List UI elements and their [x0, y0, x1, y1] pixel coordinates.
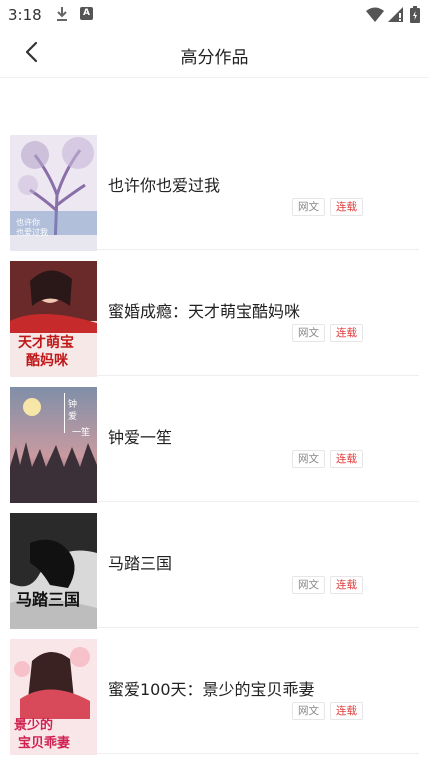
type-tag: 网文 [292, 702, 325, 720]
status-tag: 连载 [330, 576, 363, 594]
book-item[interactable]: 天才萌宝 酷妈咪 蜜婚成瘾：天才萌宝酷妈咪 网文 连载 [10, 250, 419, 377]
book-title: 蜜婚成瘾：天才萌宝酷妈咪 [108, 302, 301, 321]
book-cover[interactable]: 马踏三国 [10, 513, 97, 629]
book-cover[interactable]: 天才萌宝 酷妈咪 [10, 261, 97, 377]
status-tag: 连载 [330, 450, 363, 468]
svg-text:爱: 爱 [68, 411, 77, 422]
status-time: 3:18 [8, 6, 42, 24]
book-item[interactable]: 景少的 宝贝乖妻 蜜爱100天：景少的宝贝乖妻 网文 连载 [10, 628, 419, 755]
status-bar: 3:18 A [0, 0, 429, 30]
status-tag: 连载 [330, 702, 363, 720]
status-tag: 连载 [330, 324, 363, 342]
book-item[interactable]: 也许你 也爱过我 也许你也爱过我 网文 连载 [10, 124, 419, 251]
page-title: 高分作品 [180, 48, 249, 68]
header: 高分作品 [0, 30, 429, 78]
svg-text:天才萌宝: 天才萌宝 [18, 334, 74, 351]
wifi-icon [366, 7, 384, 22]
status-tag: 连载 [330, 198, 363, 216]
type-tag: 网文 [292, 576, 325, 594]
svg-text:宝贝乖妻: 宝贝乖妻 [18, 735, 70, 751]
svg-text:也爱过我: 也爱过我 [16, 227, 48, 237]
svg-text:景少的: 景少的 [14, 717, 53, 733]
type-tag: 网文 [292, 324, 325, 342]
battery-icon [410, 6, 420, 23]
type-tag: 网文 [292, 198, 325, 216]
book-title: 马踏三国 [108, 554, 173, 573]
book-title: 也许你也爱过我 [108, 176, 221, 195]
book-item[interactable]: 马踏三国 马踏三国 网文 连载 [10, 502, 419, 629]
book-title: 蜜爱100天：景少的宝贝乖妻 [108, 680, 315, 699]
book-title: 钟爱一笙 [108, 428, 173, 447]
a-app-icon: A [80, 7, 93, 20]
svg-text:钟: 钟 [68, 398, 77, 410]
type-tag: 网文 [292, 450, 325, 468]
signal-icon [388, 7, 403, 22]
book-cover[interactable]: 钟 爱 一笙 [10, 387, 97, 503]
book-cover[interactable]: 也许你 也爱过我 [10, 135, 97, 251]
svg-text:一笙: 一笙 [72, 426, 90, 438]
svg-text:酷妈咪: 酷妈咪 [26, 352, 69, 369]
svg-text:马踏三国: 马踏三国 [16, 590, 80, 609]
cover-text: 也许你 [16, 217, 40, 227]
book-cover[interactable]: 景少的 宝贝乖妻 [10, 639, 97, 755]
book-list: 也许你 也爱过我 也许你也爱过我 网文 连载 天才萌宝 酷妈咪 蜜婚成瘾：天才萌… [0, 124, 429, 755]
book-item[interactable]: 钟 爱 一笙 钟爱一笙 网文 连载 [10, 376, 419, 503]
download-icon [56, 6, 68, 22]
